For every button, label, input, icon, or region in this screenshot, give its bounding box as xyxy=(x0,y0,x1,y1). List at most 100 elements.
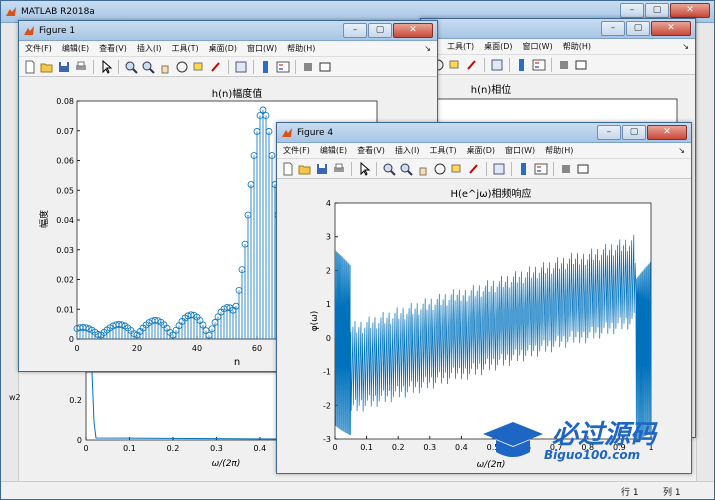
menu-view[interactable]: 查看(V) xyxy=(357,145,385,156)
zoom-in-icon[interactable] xyxy=(382,162,396,176)
y-tick-label: 3 xyxy=(326,233,331,242)
legend-icon[interactable] xyxy=(532,58,546,72)
figure2-titlebar: – ▢ ✕ xyxy=(421,19,695,39)
watermark-url: Biguo100.com xyxy=(544,448,641,462)
y-tick-label: -2 xyxy=(323,401,331,410)
menu-insert[interactable]: 插入(I) xyxy=(395,145,420,156)
new-figure-icon[interactable] xyxy=(23,60,37,74)
magnitude-xlabel: ω/(2π) xyxy=(212,459,241,469)
y-tick-label: -1 xyxy=(323,368,331,377)
menu-help[interactable]: 帮助(H) xyxy=(545,145,573,156)
show-tools-icon[interactable] xyxy=(318,60,332,74)
zoom-in-icon[interactable] xyxy=(124,60,138,74)
print-icon[interactable] xyxy=(332,162,346,176)
amplitude-ylabel: 幅度 xyxy=(38,210,50,228)
pointer-icon[interactable] xyxy=(357,161,371,176)
menu-insert[interactable]: 插入(I) xyxy=(137,43,162,54)
y-tick-label: -3 xyxy=(323,435,331,444)
figure4-toolbar xyxy=(277,159,691,179)
menu-desktop[interactable]: 桌面(D) xyxy=(209,43,237,54)
close-button[interactable]: ✕ xyxy=(393,23,433,38)
menu-tools[interactable]: 工具(T) xyxy=(171,43,198,54)
menu-window[interactable]: 窗口(W) xyxy=(247,43,277,54)
plot-box xyxy=(85,371,287,441)
hide-tools-icon[interactable] xyxy=(301,60,315,74)
phase2-title: h(n)相位 xyxy=(471,83,511,96)
colorbar-icon[interactable] xyxy=(259,60,273,74)
new-figure-icon[interactable] xyxy=(281,162,295,176)
maximize-button[interactable]: ▢ xyxy=(645,3,669,18)
y-tick-label: 0.04 xyxy=(56,216,74,225)
open-file-icon[interactable] xyxy=(40,60,54,74)
menu-window[interactable]: 窗口(W) xyxy=(523,41,553,52)
data-cursor-icon[interactable] xyxy=(448,58,462,72)
y-tick-label: 4 xyxy=(326,199,331,208)
legend-icon[interactable] xyxy=(276,60,290,74)
figure1-titlebar: Figure 1 – ▢ ✕ xyxy=(19,21,437,41)
menu-dock-arrow-icon[interactable]: ↘ xyxy=(424,44,431,53)
close-button[interactable]: ✕ xyxy=(670,3,710,18)
menu-desktop[interactable]: 桌面(D) xyxy=(467,145,495,156)
rotate-icon[interactable] xyxy=(433,162,447,176)
pointer-icon[interactable] xyxy=(99,59,113,74)
save-icon[interactable] xyxy=(57,60,71,74)
menu-file[interactable]: 文件(F) xyxy=(25,43,52,54)
menu-edit[interactable]: 编辑(E) xyxy=(62,43,89,54)
zoom-out-icon[interactable] xyxy=(399,162,413,176)
y-tick-label: 0.05 xyxy=(56,186,74,195)
open-file-icon[interactable] xyxy=(298,162,312,176)
show-tools-icon[interactable] xyxy=(576,162,590,176)
x-tick-label: 60 xyxy=(252,344,262,353)
maximize-button[interactable]: ▢ xyxy=(622,125,646,140)
data-cursor-icon[interactable] xyxy=(450,162,464,176)
y-tick-label: 0 xyxy=(69,335,74,344)
legend-icon[interactable] xyxy=(534,162,548,176)
zoom-out-icon[interactable] xyxy=(141,60,155,74)
magnitude-axes[interactable]: 0.2 00 0.1 0.2 0.3 0.4 ω/(2π) xyxy=(56,371,296,472)
hide-tools-icon[interactable] xyxy=(557,58,571,72)
pan-icon[interactable] xyxy=(158,60,172,74)
link-plot-icon[interactable] xyxy=(492,162,506,176)
amplitude-title: h(n)幅度值 xyxy=(212,87,262,100)
pan-icon[interactable] xyxy=(416,162,430,176)
brush-icon[interactable] xyxy=(467,162,481,176)
menu-desktop[interactable]: 桌面(D) xyxy=(484,41,512,52)
right-panel-strip xyxy=(696,23,714,483)
menu-tools[interactable]: 工具(T) xyxy=(429,145,456,156)
minimize-button[interactable]: – xyxy=(597,125,621,140)
menu-edit[interactable]: 编辑(E) xyxy=(320,145,347,156)
rotate-icon[interactable] xyxy=(175,60,189,74)
x-tick-label: 0.1 xyxy=(123,444,136,453)
print-icon[interactable] xyxy=(74,60,88,74)
close-button[interactable]: ✕ xyxy=(651,21,691,36)
link-plot-icon[interactable] xyxy=(234,60,248,74)
brush-icon[interactable] xyxy=(209,60,223,74)
colorbar-icon[interactable] xyxy=(515,58,529,72)
maximize-button[interactable]: ▢ xyxy=(368,23,392,38)
menu-dock-arrow-icon[interactable]: ↘ xyxy=(682,42,689,51)
minimize-button[interactable]: – xyxy=(343,23,367,38)
brush-icon[interactable] xyxy=(465,58,479,72)
menu-help[interactable]: 帮助(H) xyxy=(563,41,591,52)
menu-file[interactable]: 文件(F) xyxy=(283,145,310,156)
menu-help[interactable]: 帮助(H) xyxy=(287,43,315,54)
minimize-button[interactable]: – xyxy=(620,3,644,18)
colorbar-icon[interactable] xyxy=(517,162,531,176)
minimize-button[interactable]: – xyxy=(601,21,625,36)
menu-tools[interactable]: 工具(T) xyxy=(447,41,474,52)
menu-dock-arrow-icon[interactable]: ↘ xyxy=(678,146,685,155)
save-icon[interactable] xyxy=(315,162,329,176)
hide-tools-icon[interactable] xyxy=(559,162,573,176)
y-tick-label: 0.01 xyxy=(56,305,74,314)
maximize-button[interactable]: ▢ xyxy=(626,21,650,36)
menu-window[interactable]: 窗口(W) xyxy=(505,145,535,156)
data-cursor-icon[interactable] xyxy=(192,60,206,74)
y-tick-label: 0.2 xyxy=(69,396,82,405)
x-tick-label: 0.2 xyxy=(167,444,180,453)
show-tools-icon[interactable] xyxy=(574,58,588,72)
plot-box xyxy=(334,202,652,440)
link-plot-icon[interactable] xyxy=(490,58,504,72)
close-button[interactable]: ✕ xyxy=(647,125,687,140)
menu-view[interactable]: 查看(V) xyxy=(99,43,127,54)
status-row: 行 1 xyxy=(621,488,639,498)
